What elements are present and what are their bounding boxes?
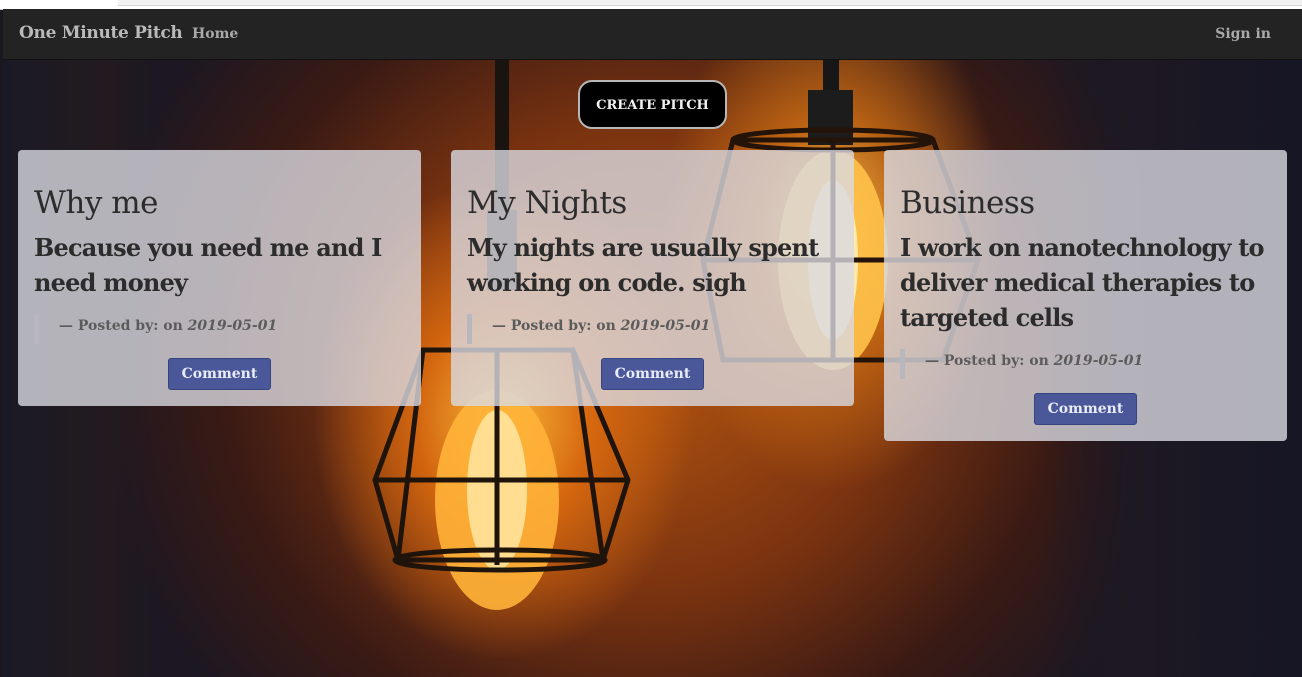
pitch-category: My Nights <box>467 185 627 221</box>
comment-button-row: Comment <box>467 358 838 390</box>
pitch-text: Because you need me and I need money <box>34 233 382 297</box>
brand-link[interactable]: One Minute Pitch <box>19 23 183 43</box>
comment-button[interactable]: Comment <box>167 358 272 390</box>
pitch-category: Why me <box>34 185 158 221</box>
pitch-date: 2019-05-01 <box>1053 353 1144 369</box>
page: One Minute Pitch Home Sign in CREATE PIT… <box>0 0 1302 677</box>
posted-by-label: — Posted by: on <box>492 318 621 334</box>
posted-by-label: — Posted by: on <box>925 353 1054 369</box>
comment-button[interactable]: Comment <box>1033 393 1138 425</box>
pitch-card: Business I work on nanotechnology to del… <box>884 150 1287 441</box>
nav-home-link[interactable]: Home <box>192 26 238 42</box>
nav-sign-in-link[interactable]: Sign in <box>1215 26 1271 42</box>
pitch-card: Why me Because you need me and I need mo… <box>18 150 421 406</box>
pitch-date: 2019-05-01 <box>187 318 278 334</box>
comment-button-row: Comment <box>900 393 1271 425</box>
pitch-footer: — Posted by: on 2019-05-01 <box>467 314 838 344</box>
pitch-footer: — Posted by: on 2019-05-01 <box>900 349 1271 379</box>
create-pitch-button[interactable]: CREATE PITCH <box>578 80 727 129</box>
comment-button-row: Comment <box>34 358 405 390</box>
navbar: One Minute Pitch Home Sign in <box>3 9 1302 60</box>
browser-address-strip <box>118 0 1302 6</box>
pitch-footer: — Posted by: on 2019-05-01 <box>34 314 405 344</box>
pitch-card: My Nights My nights are usually spent wo… <box>451 150 854 406</box>
pitch-date: 2019-05-01 <box>620 318 711 334</box>
pitch-text: I work on nanotechnology to deliver medi… <box>900 233 1265 332</box>
comment-button[interactable]: Comment <box>600 358 705 390</box>
posted-by-label: — Posted by: on <box>59 318 188 334</box>
pitch-text: My nights are usually spent working on c… <box>467 233 819 297</box>
pitch-category: Business <box>900 185 1035 221</box>
